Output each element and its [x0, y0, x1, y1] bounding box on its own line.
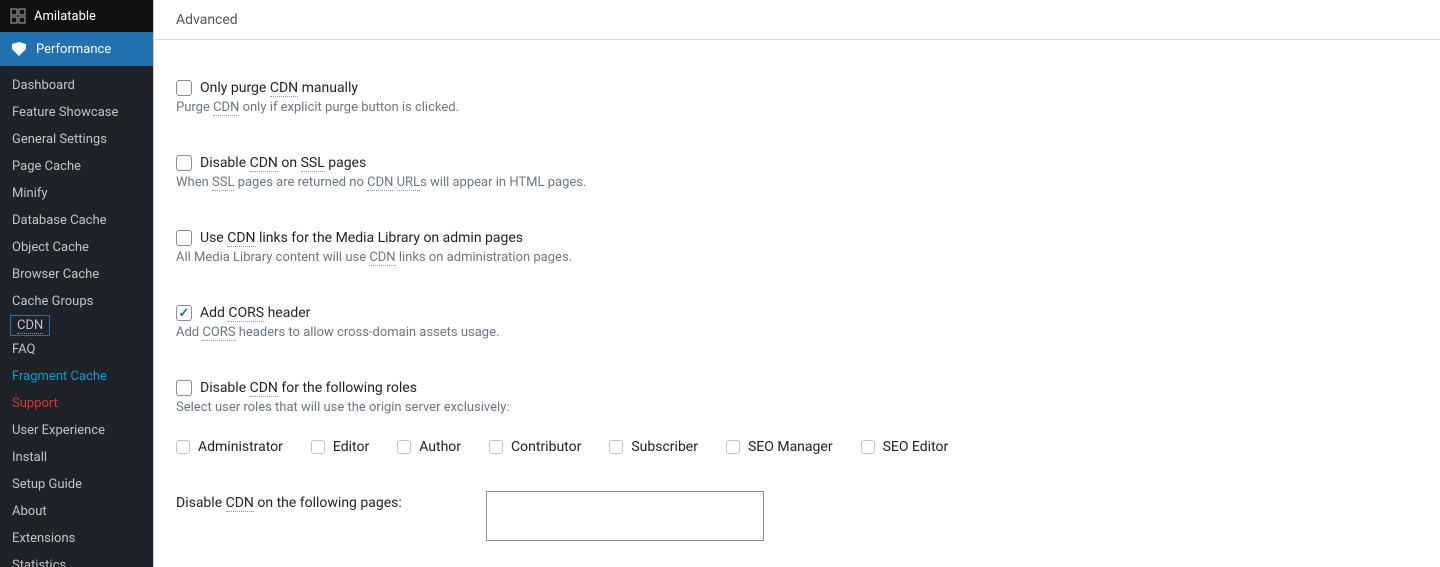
checkbox-role-editor[interactable]: [311, 440, 325, 454]
role-seo-editor[interactable]: SEO Editor: [861, 439, 949, 455]
admin-sidebar: Amilatable Performance Dashboard Feature…: [0, 0, 153, 567]
setting-cors-header: Add CORS header Add CORS headers to allo…: [176, 305, 1418, 340]
label-media-library: Use CDN links for the Media Library on a…: [200, 230, 523, 246]
checkbox-role-seo-manager[interactable]: [726, 440, 740, 454]
role-subscriber[interactable]: Subscriber: [609, 439, 698, 455]
settings-content: Only purge CDN manually Purge CDN only i…: [154, 80, 1440, 567]
setting-disable-roles: Disable CDN for the following roles Sele…: [176, 380, 1418, 455]
submenu-support[interactable]: Support: [0, 390, 153, 417]
desc-media-library: All Media Library content will use CDN l…: [176, 250, 1418, 265]
submenu-dashboard[interactable]: Dashboard: [0, 72, 153, 99]
label-disable-roles: Disable CDN for the following roles: [200, 380, 417, 396]
label-disable-pages: Disable CDN on the following pages:: [176, 491, 466, 511]
submenu-database-cache[interactable]: Database Cache: [0, 207, 153, 234]
textarea-disable-pages[interactable]: [486, 491, 764, 541]
sidebar-item-performance[interactable]: Performance: [0, 32, 153, 66]
sidebar-item-amilatable[interactable]: Amilatable: [0, 0, 153, 32]
submenu-minify[interactable]: Minify: [0, 180, 153, 207]
desc-disable-roles: Select user roles that will use the orig…: [176, 400, 1418, 415]
submenu-cache-groups[interactable]: Cache Groups: [0, 288, 153, 315]
submenu-general-settings[interactable]: General Settings: [0, 126, 153, 153]
sidebar-submenu: Dashboard Feature Showcase General Setti…: [0, 66, 153, 567]
submenu-cdn[interactable]: CDN: [10, 315, 50, 336]
label-disable-ssl: Disable CDN on SSL pages: [200, 155, 366, 171]
checkbox-cors-header[interactable]: [176, 305, 192, 321]
checkbox-role-contributor[interactable]: [489, 440, 503, 454]
submenu-setup-guide[interactable]: Setup Guide: [0, 471, 153, 498]
label-cors-header: Add CORS header: [200, 305, 310, 321]
desc-purge-manually: Purge CDN only if explicit purge button …: [176, 100, 1418, 115]
performance-icon: [10, 40, 28, 58]
desc-cors-header: Add CORS headers to allow cross-domain a…: [176, 325, 1418, 340]
checkbox-purge-manually[interactable]: [176, 80, 192, 96]
submenu-extensions[interactable]: Extensions: [0, 525, 153, 552]
role-administrator[interactable]: Administrator: [176, 439, 283, 455]
label-purge-manually: Only purge CDN manually: [200, 80, 358, 96]
checkbox-media-library[interactable]: [176, 230, 192, 246]
sidebar-top-label: Amilatable: [34, 9, 96, 24]
role-contributor[interactable]: Contributor: [489, 439, 581, 455]
setting-media-library: Use CDN links for the Media Library on a…: [176, 230, 1418, 265]
submenu-faq[interactable]: FAQ: [0, 336, 153, 363]
checkbox-disable-roles[interactable]: [176, 380, 192, 396]
submenu-object-cache[interactable]: Object Cache: [0, 234, 153, 261]
grid-icon: [10, 8, 26, 24]
desc-disable-ssl: When SSL pages are returned no CDN URLs …: [176, 175, 1418, 190]
setting-disable-pages: Disable CDN on the following pages:: [176, 491, 1418, 541]
submenu-page-cache[interactable]: Page Cache: [0, 153, 153, 180]
submenu-user-experience[interactable]: User Experience: [0, 417, 153, 444]
submenu-about[interactable]: About: [0, 498, 153, 525]
role-author[interactable]: Author: [397, 439, 461, 455]
setting-purge-manually: Only purge CDN manually Purge CDN only i…: [176, 80, 1418, 115]
sidebar-main-label: Performance: [36, 42, 111, 57]
setting-disable-ssl: Disable CDN on SSL pages When SSL pages …: [176, 155, 1418, 190]
checkbox-disable-ssl[interactable]: [176, 155, 192, 171]
roles-list: Administrator Editor Author Contributor …: [176, 439, 1418, 455]
submenu-fragment-cache[interactable]: Fragment Cache: [0, 363, 153, 390]
section-header-advanced: Advanced: [154, 0, 1440, 40]
checkbox-role-seo-editor[interactable]: [861, 440, 875, 454]
submenu-feature-showcase[interactable]: Feature Showcase: [0, 99, 153, 126]
main-content: Advanced Only purge CDN manually Purge C…: [153, 0, 1440, 567]
submenu-install[interactable]: Install: [0, 444, 153, 471]
role-seo-manager[interactable]: SEO Manager: [726, 439, 833, 455]
submenu-browser-cache[interactable]: Browser Cache: [0, 261, 153, 288]
role-editor[interactable]: Editor: [311, 439, 369, 455]
checkbox-role-subscriber[interactable]: [609, 440, 623, 454]
checkbox-role-administrator[interactable]: [176, 440, 190, 454]
submenu-statistics[interactable]: Statistics: [0, 552, 153, 567]
checkbox-role-author[interactable]: [397, 440, 411, 454]
